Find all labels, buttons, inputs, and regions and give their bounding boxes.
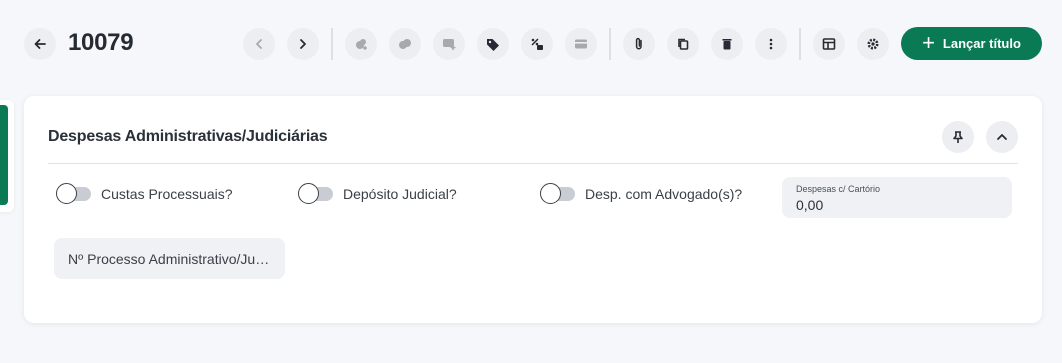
desp-advogados-toggle[interactable]: Desp. com Advogado(s)?: [540, 183, 743, 204]
toggle-switch[interactable]: [540, 183, 575, 204]
tag-button[interactable]: [477, 28, 509, 60]
credit-card-icon: [575, 39, 587, 49]
more-vertical-icon: [769, 38, 773, 50]
coins-in-icon: [356, 39, 367, 50]
custas-processuais-toggle[interactable]: Custas Processuais?: [56, 183, 233, 204]
launch-title-button[interactable]: + Lançar título: [901, 27, 1042, 60]
record-id: 10079: [68, 29, 134, 56]
chevron-left-icon: [256, 39, 262, 49]
toolbar-separator: [331, 28, 333, 60]
layout-icon: [822, 38, 836, 50]
toggle-switch[interactable]: [298, 183, 333, 204]
processo-number-field[interactable]: Nº Processo Administrativo/Judicial: [54, 238, 285, 279]
more-button[interactable]: [755, 28, 787, 60]
field-placeholder[interactable]: Nº Processo Administrativo/Judicial: [68, 251, 272, 267]
next-record-button[interactable]: [287, 28, 319, 60]
layout-button[interactable]: [813, 28, 845, 60]
card-add-icon: [443, 39, 456, 50]
cartorio-expenses-field[interactable]: Despesas c/ Cartório 0,00: [782, 177, 1012, 218]
discount-icon: [531, 38, 543, 50]
toolbar-separator: [609, 28, 611, 60]
toggle-label: Custas Processuais?: [101, 186, 233, 202]
pin-icon: [953, 131, 963, 143]
section-divider: [48, 163, 1018, 164]
delete-button[interactable]: [711, 28, 743, 60]
expenses-section-card: Despesas Administrativas/Judiciárias Cus…: [24, 96, 1042, 323]
coins-icon: [399, 39, 411, 49]
top-toolbar: 10079 + Lançar título: [0, 0, 1062, 88]
attachment-icon: [635, 37, 642, 50]
side-tab-indicator: [0, 105, 8, 205]
toolbar-separator: [799, 28, 801, 60]
back-button[interactable]: [24, 28, 56, 60]
payment-card-button[interactable]: [565, 28, 597, 60]
previous-record-button[interactable]: [243, 28, 275, 60]
launch-title-label: Lançar título: [942, 36, 1021, 51]
back-icon: [34, 39, 46, 49]
discount-button[interactable]: [521, 28, 553, 60]
chevron-up-icon: [997, 134, 1007, 140]
field-value[interactable]: 0,00: [796, 197, 823, 213]
coins-button[interactable]: [389, 28, 421, 60]
settings-icon: [867, 38, 879, 50]
collapse-button[interactable]: [986, 121, 1018, 153]
field-label: Despesas c/ Cartório: [796, 184, 881, 194]
toggle-label: Desp. com Advogado(s)?: [585, 186, 743, 202]
copy-icon: [678, 38, 689, 50]
tag-icon: [487, 39, 499, 51]
pin-button[interactable]: [942, 121, 974, 153]
toggle-switch[interactable]: [56, 183, 91, 204]
delete-icon: [722, 39, 732, 50]
section-title: Despesas Administrativas/Judiciárias: [48, 128, 328, 145]
toggle-label: Depósito Judicial?: [343, 186, 457, 202]
add-card-button[interactable]: [433, 28, 465, 60]
plus-icon: +: [922, 29, 935, 55]
chevron-right-icon: [300, 39, 306, 49]
settings-button[interactable]: [857, 28, 889, 60]
copy-button[interactable]: [667, 28, 699, 60]
receive-button[interactable]: [345, 28, 377, 60]
deposito-judicial-toggle[interactable]: Depósito Judicial?: [298, 183, 457, 204]
attach-button[interactable]: [623, 28, 655, 60]
